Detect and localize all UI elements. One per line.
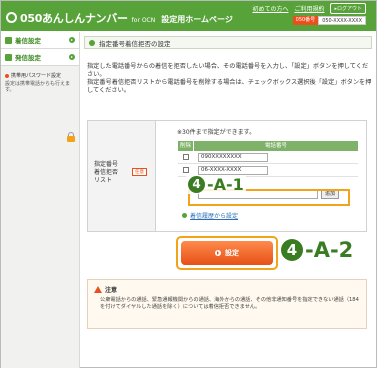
phone-table: 削除 電話番号 090XXXXXXXX 06-XXXX-XXXX	[178, 141, 358, 177]
terms-link[interactable]: ご利用規約	[294, 4, 324, 13]
notice-title: 注意	[94, 285, 117, 294]
submit-button[interactable]: 設定	[181, 241, 273, 265]
annotation-number: 4	[281, 239, 303, 261]
mobile-password-label: 携帯用パスワード設定	[11, 73, 62, 79]
phone-header: 電話番号	[264, 143, 287, 149]
main-content: 指定番号着信拒否の設定 指定した電話番号からの着信を拒否したい場合、その電話番号…	[84, 36, 372, 95]
mobile-password-note: 設定は携帯電話からも行えます。	[5, 81, 71, 93]
delete-checkbox[interactable]	[183, 167, 189, 173]
description: 指定した電話番号からの着信を拒否したい場合、その電話番号を入力し、「設定」ボタン…	[87, 63, 372, 94]
menu-square-icon	[5, 53, 12, 61]
annotation-a1: 4 -A-1	[186, 175, 246, 194]
bullet-icon	[5, 73, 9, 78]
sidebar: 着信設定 発信設定 携帯用パスワード設定 設定は携帯電話からも行えます。	[1, 32, 80, 368]
link-bullet-icon	[182, 213, 187, 218]
phone-logo-icon	[6, 12, 17, 23]
table-header: 削除 電話番号	[178, 141, 358, 151]
sidebar-item-label: 発信設定	[15, 54, 41, 62]
phone-field[interactable]: 090XXXXXXXX	[198, 152, 268, 162]
table-row: 090XXXXXXXX	[178, 151, 358, 164]
history-link[interactable]: 着信履歴から設定	[182, 211, 238, 220]
annotation-number: 4	[188, 176, 205, 193]
page-title: 設定用ホームページ	[161, 15, 233, 24]
row-label: 指定番号 着信拒否 リスト	[94, 161, 119, 184]
section-title-text: 指定番号着信拒否の設定	[99, 39, 171, 48]
chevron-right-icon	[69, 54, 75, 60]
row-header: 指定番号 着信拒否 リスト 任意	[88, 121, 156, 231]
delete-checkbox[interactable]	[183, 154, 189, 160]
notice-title-text: 注意	[105, 287, 118, 294]
section-bullet-icon	[89, 39, 95, 46]
submit-label: 設定	[225, 249, 239, 257]
play-icon	[215, 250, 221, 256]
number-label: 050番号	[292, 16, 319, 25]
logout-button[interactable]: ▸ログアウト	[330, 3, 366, 14]
logout-label: ログアウト	[336, 6, 362, 12]
notice-body: 公衆電話からの通話、緊急通報機関からの通話、海外からの通話、その他非通知番号を指…	[100, 297, 359, 310]
lock-icon	[67, 132, 75, 142]
delete-header: 削除	[178, 141, 194, 151]
header-bar: 050あんしんナンバー for OCN 設定用ホームページ 初めての方へ ご利用…	[1, 1, 376, 31]
sidebar-item-label: 着信設定	[15, 37, 41, 45]
number-value: 050-XXXX-XXXX	[318, 16, 366, 25]
logo[interactable]: 050あんしんナンバー for OCN 設定用ホームページ	[6, 10, 233, 26]
password-block: 携帯用パスワード設定 設定は携帯電話からも行えます。	[1, 66, 79, 99]
brand-sub: for OCN	[131, 17, 156, 24]
annotation-a2: 4 -A-2	[281, 238, 353, 262]
menu-square-icon	[5, 36, 12, 44]
top-links: 初めての方へ ご利用規約 ▸ログアウト	[252, 3, 366, 14]
sidebar-item-outgoing[interactable]: 発信設定	[1, 49, 79, 66]
sidebar-item-incoming[interactable]: 着信設定	[1, 32, 79, 49]
optional-badge: 任意	[132, 168, 147, 176]
mobile-password-link[interactable]: 携帯用パスワード設定	[5, 72, 75, 79]
brand-name: 050あんしんナンバー	[20, 12, 128, 25]
annotation-text: -A-1	[207, 175, 244, 194]
section-title: 指定番号着信拒否の設定	[84, 36, 372, 49]
phone-field[interactable]: 06-XXXX-XXXX	[198, 165, 268, 175]
notice-box: 注意 公衆電話からの通話、緊急通報機関からの通話、海外からの通話、その他非通知番…	[87, 279, 367, 329]
max-note: ※30件まで指定ができます。	[177, 129, 256, 136]
warning-icon	[94, 286, 102, 293]
number-display: 050番号 050-XXXX-XXXX	[292, 16, 366, 25]
chevron-right-icon	[69, 37, 75, 43]
annotation-text: -A-2	[305, 238, 354, 262]
first-time-link[interactable]: 初めての方へ	[252, 4, 288, 13]
history-link-label: 着信履歴から設定	[190, 213, 239, 220]
submit-highlight: 設定	[176, 236, 278, 270]
